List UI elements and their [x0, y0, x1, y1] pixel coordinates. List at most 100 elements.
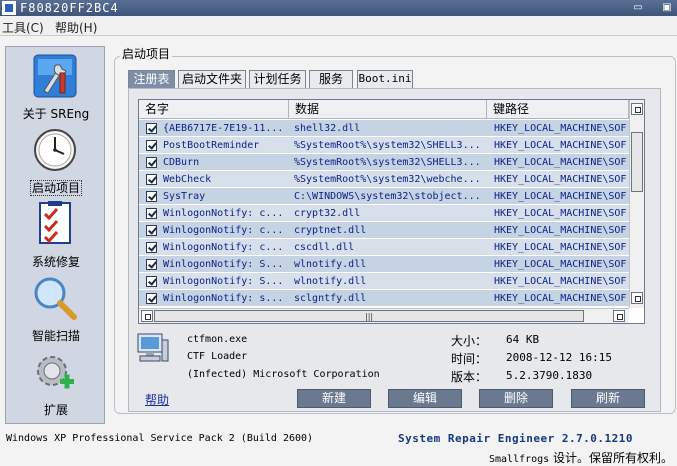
cell-keypath: HKEY_LOCAL_MACHINE\SOF: [494, 225, 627, 236]
tab-boot-ini[interactable]: Boot.ini: [357, 70, 413, 88]
scroll-grip: |||: [365, 312, 374, 321]
computer-icon: [137, 333, 169, 362]
product-version: System Repair Engineer 2.7.0.1210: [398, 432, 634, 445]
version-value: 5.2.3790.1830: [506, 369, 593, 382]
help-link[interactable]: 帮助: [145, 391, 169, 408]
delete-button[interactable]: 删除: [479, 389, 553, 408]
column-header-data[interactable]: 数据: [289, 100, 487, 119]
menu-bar: 工具(C) 帮助(H): [0, 16, 677, 36]
cell-data: crypt32.dll: [294, 208, 361, 219]
menu-tools[interactable]: 工具(C): [2, 19, 44, 36]
size-label: 大小：: [451, 334, 488, 348]
table-row[interactable]: PostBootReminder %SystemRoot%\system32\SH…: [139, 137, 629, 154]
cell-data: C:\WINDOWS\system32\stobject...: [294, 191, 481, 202]
restore-button[interactable]: ▣: [660, 1, 674, 14]
cell-data: cscdll.dll: [294, 242, 355, 253]
time-label: 时间：: [451, 352, 488, 366]
row-checkbox[interactable]: [146, 140, 157, 151]
vertical-scrollbar[interactable]: [629, 100, 644, 308]
row-checkbox[interactable]: [146, 123, 157, 134]
copyright-brand: Smallfrogs: [489, 454, 550, 465]
gear-plus-icon: [37, 356, 74, 389]
row-checkbox[interactable]: [146, 208, 157, 219]
app-icon: [2, 1, 16, 15]
clock-icon: [34, 129, 76, 171]
table-row[interactable]: WinlogonNotify: c... cscdll.dll HKEY_LOCAL…: [139, 239, 629, 256]
cell-name: WinlogonNotify: S...: [163, 259, 284, 270]
row-checkbox[interactable]: [146, 191, 157, 202]
cell-data: cryptnet.dll: [294, 225, 367, 236]
table-row[interactable]: WinlogonNotify: s... sclgntfy.dll HKEY_LOC…: [139, 290, 629, 307]
cell-data: wlnotify.dll: [294, 276, 367, 287]
sidebar-item-about[interactable]: 关于 SREng: [6, 53, 106, 123]
table-row[interactable]: WebCheck %SystemRoot%\system32\webche... H…: [139, 171, 629, 188]
cell-name: SysTray: [163, 191, 206, 202]
copyright-text: 设计。保留所有权利。: [549, 451, 674, 465]
column-header-keypath[interactable]: 键路径: [487, 100, 629, 119]
table-row[interactable]: WinlogonNotify: c... crypt32.dll HKEY_LOCA…: [139, 205, 629, 222]
cell-name: WebCheck: [163, 174, 212, 185]
edit-button[interactable]: 编辑: [388, 389, 462, 408]
sidebar: 关于 SREng 启动项目 系统修复 智能扫描 扩展: [5, 46, 105, 424]
refresh-button[interactable]: 刷新: [571, 389, 645, 408]
table-row[interactable]: SysTray C:\WINDOWS\system32\stobject... HK…: [139, 188, 629, 205]
scroll-left-button[interactable]: [141, 310, 153, 322]
scroll-down-button[interactable]: [631, 292, 643, 304]
scroll-thumb[interactable]: |||: [154, 310, 584, 322]
row-checkbox[interactable]: [146, 293, 157, 304]
scroll-up-button[interactable]: [631, 103, 643, 115]
sidebar-item-scan[interactable]: 智能扫描: [6, 275, 106, 345]
cell-keypath: HKEY_LOCAL_MACHINE\SOF: [494, 174, 627, 185]
table-row[interactable]: WinlogonNotify: S... wlnotify.dll HKEY_LOC…: [139, 273, 629, 290]
size-value: 64 KB: [506, 333, 540, 346]
cell-keypath: HKEY_LOCAL_MACHINE\SOF: [494, 276, 627, 287]
group-title: 启动项目: [120, 47, 173, 61]
cell-keypath: HKEY_LOCAL_MACHINE\SOF: [494, 140, 627, 151]
copyright: Smallfrogs 设计。保留所有权利。: [489, 449, 673, 466]
sidebar-item-repair[interactable]: 系统修复: [6, 201, 106, 271]
cell-keypath: HKEY_LOCAL_MACHINE\SOF: [494, 242, 627, 253]
cell-keypath: HKEY_LOCAL_MACHINE\SOF: [494, 293, 627, 304]
sidebar-item-startup[interactable]: 启动项目: [6, 127, 106, 197]
tools-icon: [33, 54, 77, 98]
cell-name: PostBootReminder: [163, 140, 260, 151]
cell-data: %SystemRoot%\system32\SHELL3...: [294, 157, 481, 168]
row-checkbox[interactable]: [146, 276, 157, 287]
startup-list[interactable]: 名字 数据 键路径 {AEB6717E-7E19-11... shell32.dl…: [138, 99, 645, 324]
horizontal-scrollbar[interactable]: |||: [139, 308, 629, 323]
sidebar-item-extend[interactable]: 扩展: [6, 349, 106, 419]
cell-name: WinlogonNotify: c...: [163, 225, 284, 236]
sidebar-item-label: 启动项目: [29, 180, 82, 196]
row-checkbox[interactable]: [146, 174, 157, 185]
detail-description: CTF Loader: [187, 351, 248, 362]
table-row[interactable]: {AEB6717E-7E19-11... shell32.dll HKEY_LOCA…: [139, 120, 629, 137]
version-label: 版本：: [451, 370, 488, 384]
row-checkbox[interactable]: [146, 259, 157, 270]
new-button[interactable]: 新建: [297, 389, 371, 408]
list-header: 名字 数据 键路径: [139, 100, 644, 119]
tab-scheduled-tasks[interactable]: 计划任务: [249, 70, 306, 88]
tab-registry[interactable]: 注册表: [128, 70, 175, 89]
minimize-button[interactable]: ▭: [631, 1, 645, 14]
cell-name: CDBurn: [163, 157, 200, 168]
table-row[interactable]: WinlogonNotify: S... wlnotify.dll HKEY_LOC…: [139, 256, 629, 273]
table-row[interactable]: CDBurn %SystemRoot%\system32\SHELL3... HKE…: [139, 154, 629, 171]
table-row[interactable]: WinlogonNotify: c... cryptnet.dll HKEY_LOC…: [139, 222, 629, 239]
menu-help[interactable]: 帮助(H): [55, 19, 97, 36]
scroll-right-button[interactable]: [613, 310, 625, 322]
row-checkbox[interactable]: [146, 242, 157, 253]
cell-name: WinlogonNotify: c...: [163, 208, 284, 219]
cell-data: %SystemRoot%\system32\SHELL3...: [294, 140, 481, 151]
row-checkbox[interactable]: [146, 157, 157, 168]
title-bar: F80820FF2BC4 ▭ ▣: [0, 0, 677, 16]
tab-startup-folder[interactable]: 启动文件夹: [178, 70, 246, 88]
tab-services[interactable]: 服务: [309, 70, 353, 88]
sidebar-item-label: 关于 SREng: [22, 107, 90, 121]
cell-keypath: HKEY_LOCAL_MACHINE\SOF: [494, 191, 627, 202]
scroll-thumb[interactable]: [631, 132, 643, 192]
row-checkbox[interactable]: [146, 225, 157, 236]
cell-name: WinlogonNotify: S...: [163, 276, 284, 287]
column-header-name[interactable]: 名字: [139, 100, 289, 119]
cell-keypath: HKEY_LOCAL_MACHINE\SOF: [494, 208, 627, 219]
cell-data: shell32.dll: [294, 123, 361, 134]
